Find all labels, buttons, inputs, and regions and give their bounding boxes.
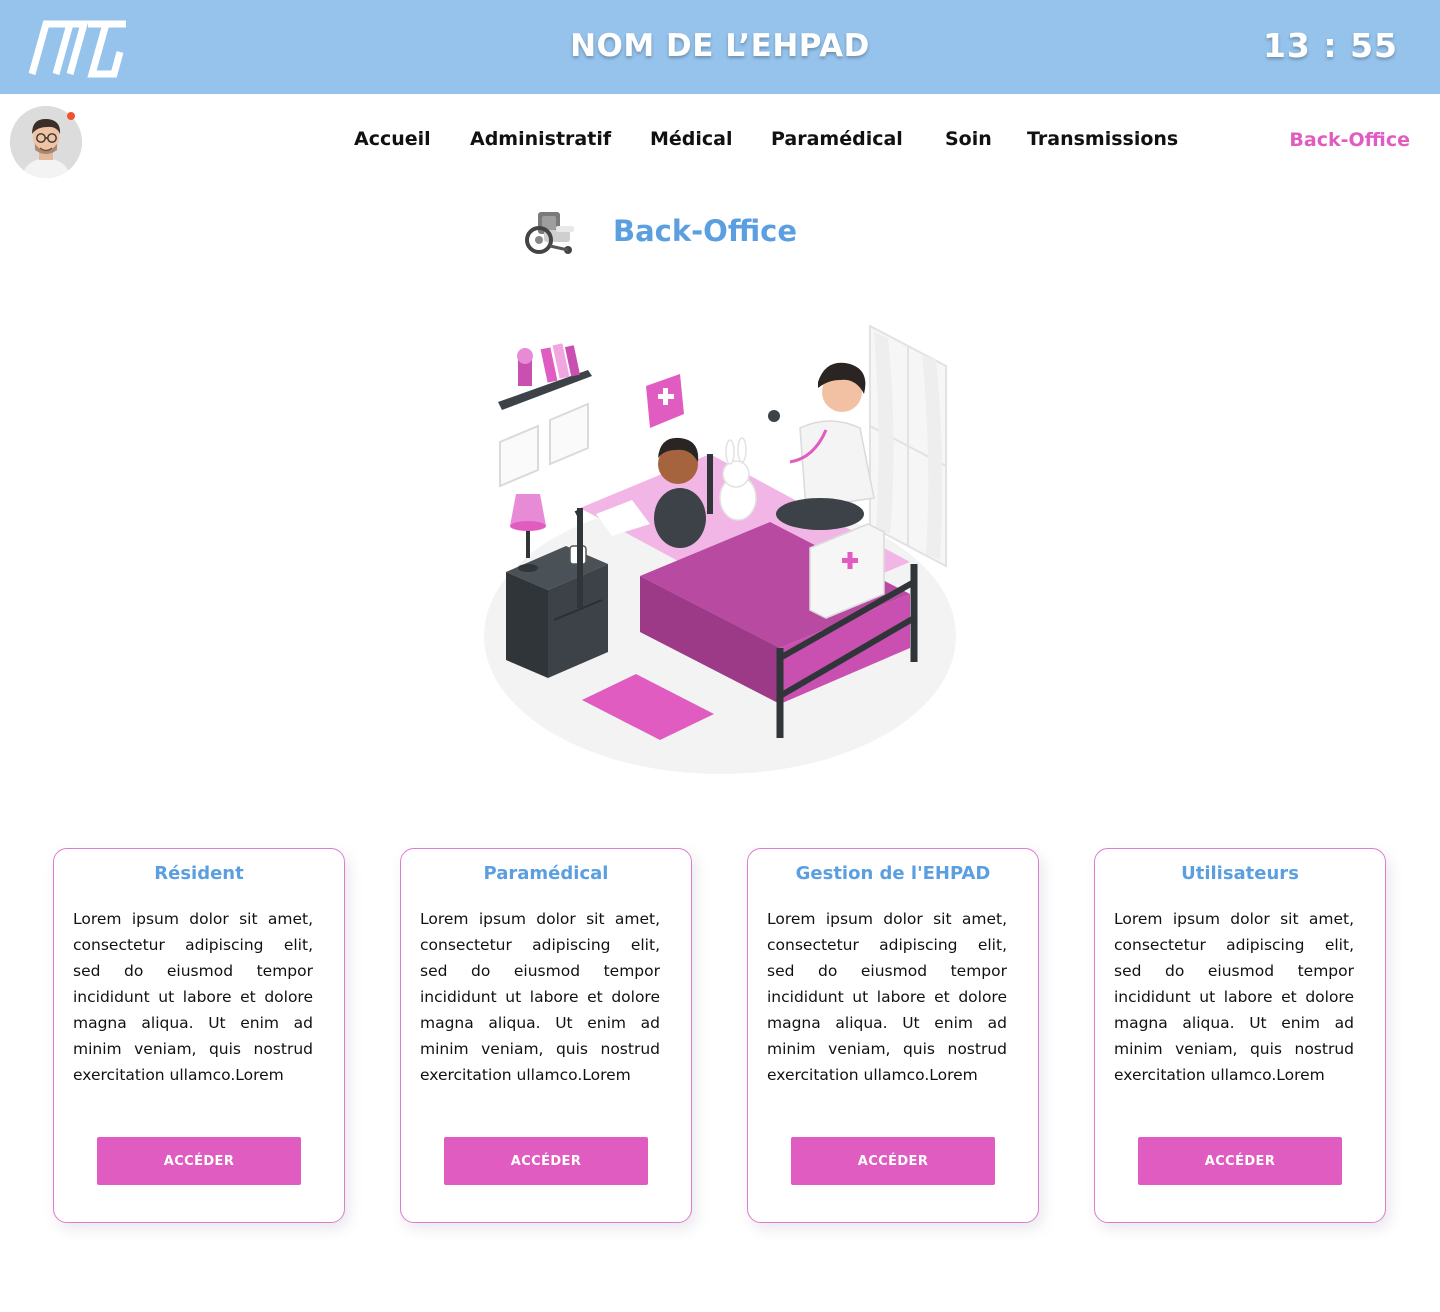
hospital-room-illustration [484,324,956,774]
nav-item-back-office[interactable]: Back-Office [1289,129,1410,151]
shelf-illustration [498,343,592,410]
acceder-button[interactable]: ACCÉDER [444,1137,648,1185]
nav-item-paramedical[interactable]: Paramédical [771,128,903,150]
top-bar: NOM DE L’EHPAD 13 : 55 [0,0,1440,94]
app-title: NOM DE L’EHPAD [570,28,870,64]
wheelchair-icon [525,212,574,254]
card-description: Lorem ipsum dolor sit amet, consectetur … [767,910,1007,1084]
acceder-button[interactable]: ACCÉDER [1138,1137,1342,1185]
nav-item-administratif[interactable]: Administratif [470,128,611,150]
card-title: Utilisateurs [1181,863,1299,884]
notification-dot [67,112,75,120]
nav-item-medical[interactable]: Médical [650,128,733,150]
clock: 13 : 55 [1262,26,1398,65]
card-title: Paramédical [483,863,609,884]
acceder-button[interactable]: ACCÉDER [97,1137,301,1185]
nav-item-soin[interactable]: Soin [945,128,992,150]
card-description: Lorem ipsum dolor sit amet, consectetur … [73,910,313,1084]
card-title: Résident [154,863,244,884]
card-utilisateurs: Utilisateurs Lorem ipsum dolor sit amet,… [1094,848,1386,1223]
card-resident: Résident Lorem ipsum dolor sit amet, con… [53,848,345,1223]
nav-item-transmissions[interactable]: Transmissions [1027,128,1178,150]
card-description: Lorem ipsum dolor sit amet, consectetur … [1114,910,1354,1084]
card-title: Gestion de l'EHPAD [795,863,991,884]
card-paramedical: Paramédical Lorem ipsum dolor sit amet, … [400,848,692,1223]
page-title: Back-Office [613,214,798,248]
doctor-illustration [768,362,875,530]
acceder-button[interactable]: ACCÉDER [791,1137,995,1185]
card-gestion-ehpad: Gestion de l'EHPAD Lorem ipsum dolor sit… [747,848,1039,1223]
card-description: Lorem ipsum dolor sit amet, consectetur … [420,910,660,1084]
nav-item-accueil[interactable]: Accueil [354,128,431,150]
medical-sign-illustration [646,374,684,428]
